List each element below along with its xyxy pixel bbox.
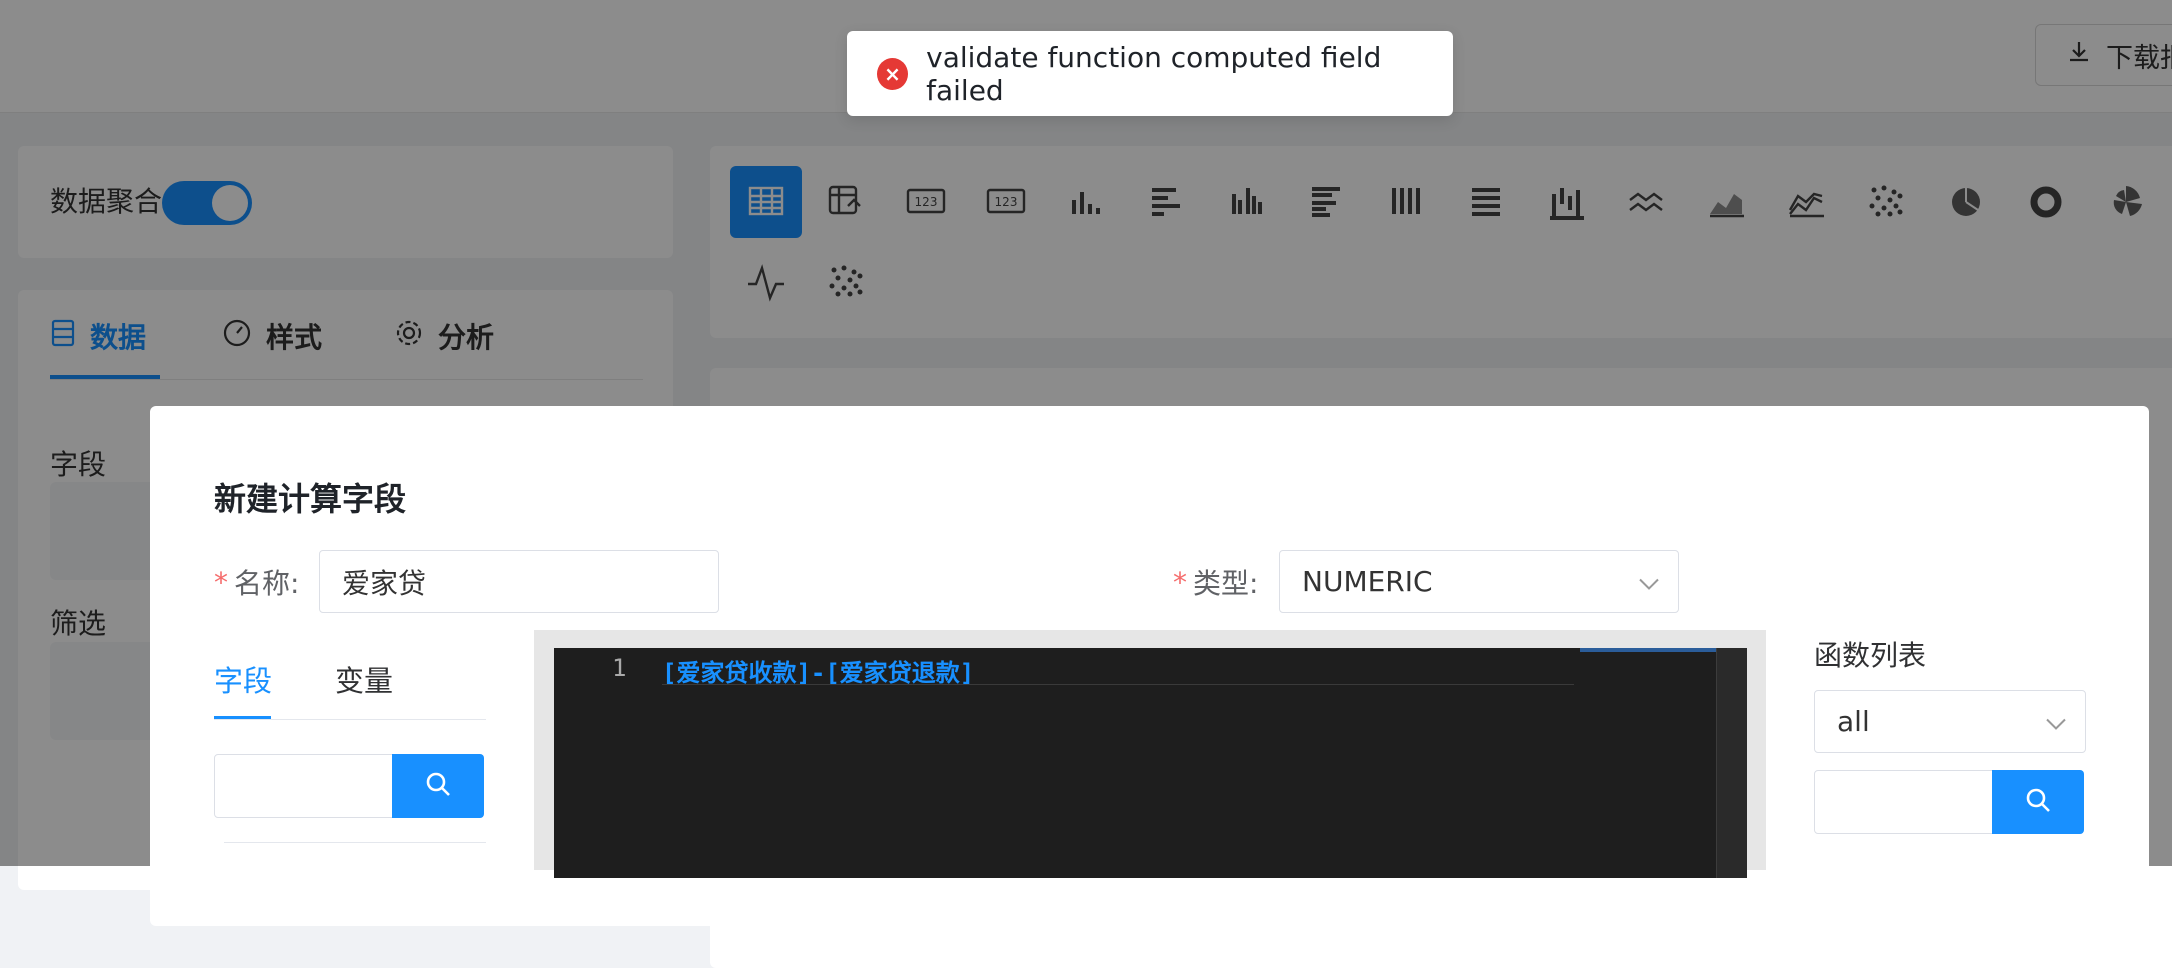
error-icon: × [877,57,909,90]
name-input[interactable]: 爱家贷 [319,550,719,613]
name-label-text: 名称: [234,567,300,600]
dialog-tab-divider [214,719,486,720]
search-icon [424,770,452,802]
type-label: * 类型: [1173,562,1258,602]
search-icon [2024,786,2052,818]
code-line-text[interactable]: [爱家贷收款]-[爱家贷退款] [662,653,974,688]
field-list-divider [224,842,486,843]
function-search-input[interactable] [1814,770,1994,834]
chevron-down-icon [2045,705,2067,738]
editor-scrollbar[interactable] [1716,648,1747,878]
type-select[interactable]: NUMERIC [1279,550,1679,613]
name-label: * 名称: [214,562,299,602]
error-toast: × validate function computed field faile… [847,31,1453,116]
dialog-title: 新建计算字段 [214,480,407,518]
toast-message: validate function computed field failed [926,40,1382,107]
editor-scroll-indicator [1580,648,1718,652]
tab-variables[interactable]: 变量 [335,658,393,700]
functions-list-label: 函数列表 [1814,639,1927,672]
type-select-value: NUMERIC [1302,565,1433,598]
function-search-button[interactable] [1992,770,2084,834]
function-category-select[interactable]: all [1814,690,2086,753]
field-search-input[interactable] [214,754,394,818]
line-number: 1 [612,654,627,682]
tab-fields[interactable]: 字段 [214,658,272,700]
function-category-value: all [1837,705,1870,738]
current-line-highlight [662,684,1574,685]
type-label-text: 类型: [1193,567,1259,600]
chevron-down-icon [1638,565,1660,598]
field-search-button[interactable] [392,754,484,818]
